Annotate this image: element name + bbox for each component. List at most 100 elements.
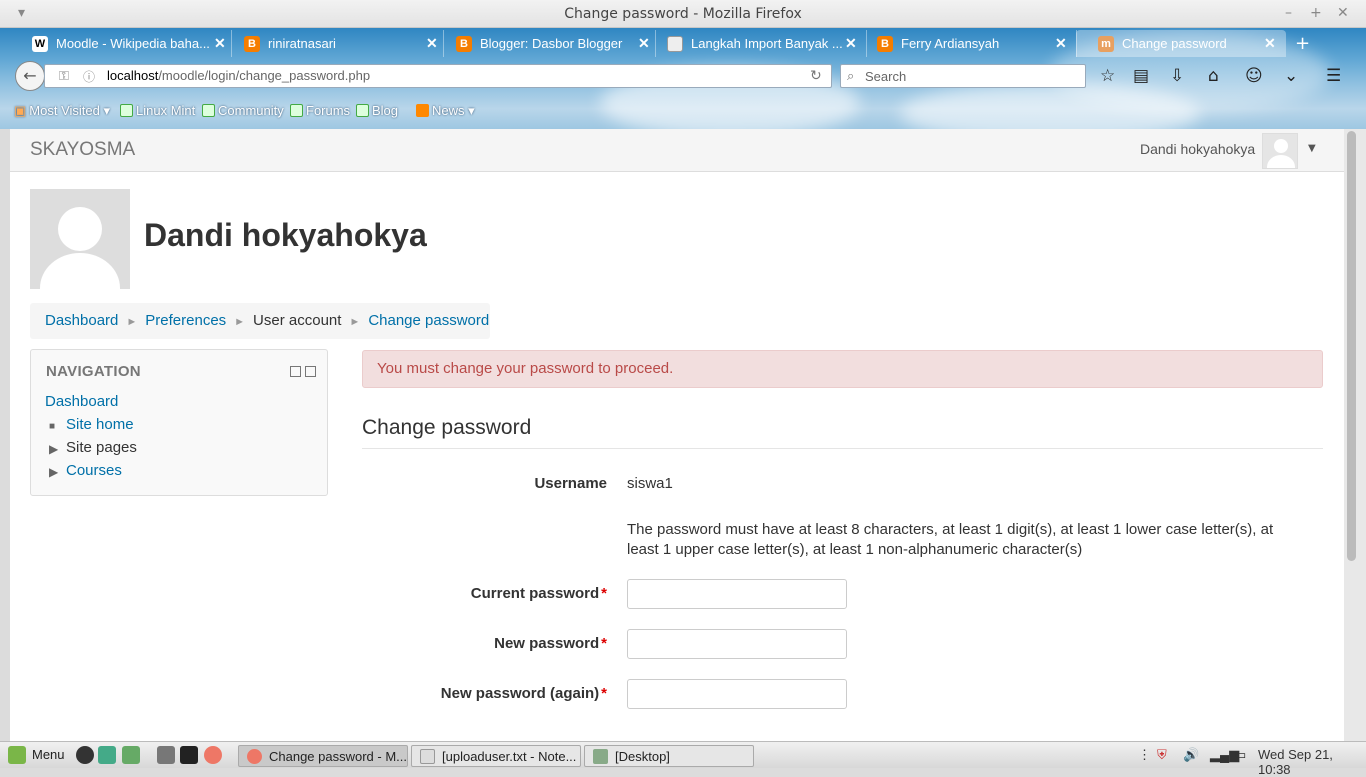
taskbar-window-firefox[interactable]: Change password - M... [238,745,408,767]
system-monitor-icon[interactable] [122,746,140,764]
taskbar-window-label: [Desktop] [615,749,670,764]
volume-icon[interactable]: 🔊 [1183,747,1199,763]
terminal-icon[interactable] [180,746,198,764]
browser-chrome: W Moodle - Wikipedia baha... ✕ B rinirat… [0,28,1366,129]
moodle-icon: m [1098,36,1114,52]
tab-wikipedia[interactable]: W Moodle - Wikipedia baha... ✕ [10,30,232,57]
breadcrumb-separator-icon: ► [234,316,246,328]
nav-item-site-home[interactable]: Site home [66,416,134,433]
reading-list-icon[interactable]: ▤ [1133,66,1149,86]
breadcrumb-separator-icon: ► [349,316,361,328]
form-title: Change password [362,416,1323,449]
current-password-input[interactable] [627,579,847,609]
key-icon: ⚿ [59,68,69,83]
update-shield-icon[interactable]: ⛨ [1157,747,1167,763]
bullet-icon: ■ [49,421,56,432]
mint-icon [356,104,369,117]
avatar-body [1267,155,1295,168]
tab-blogger-dasbor[interactable]: B Blogger: Dasbor Blogger ✕ [434,30,656,57]
mint-icon [290,104,303,117]
label-text: New password (again) [440,685,600,702]
navigation-title: NAVIGATION [46,363,141,380]
bookmark-linux-mint[interactable]: Linux Mint [120,103,195,118]
expand-arrow-icon[interactable]: ▶ [49,442,58,456]
nav-item-courses[interactable]: Courses [66,462,122,479]
bookmark-news[interactable]: News ▾ [416,103,475,119]
download-icon[interactable]: ⇩ [1170,66,1184,86]
reload-icon[interactable]: ↻ [810,67,822,84]
pocket-icon[interactable]: ⌄ [1284,66,1298,86]
user-avatar[interactable] [1262,133,1298,169]
avatar-head [1274,139,1288,153]
window-titlebar: ▾ Change password - Mozilla Firefox – + … [0,0,1366,28]
firefox-icon [247,749,262,764]
menu-button[interactable]: Menu [32,747,65,762]
url-path: /moodle/login/change_password.php [158,68,371,83]
bookmark-label: Linux Mint [136,103,196,118]
site-brand[interactable]: SKAYOSMA [30,139,135,161]
nav-item-dashboard[interactable]: Dashboard [45,393,118,410]
new-tab-icon[interactable]: + [1295,33,1310,54]
smiley-icon[interactable]: ☺ [1245,66,1263,86]
taskbar-window-notepad[interactable]: [uploaduser.txt - Note... [411,745,581,767]
mint-menu-icon[interactable] [8,746,26,764]
app-launcher-icon[interactable] [76,746,94,764]
back-button[interactable]: ← [15,61,45,91]
dock-block-icon[interactable] [305,366,316,377]
info-icon[interactable]: ⓘ [83,68,95,85]
page-heading: Dandi hokyahokya [144,217,427,253]
window-title: Change password - Mozilla Firefox [564,6,802,22]
password-policy: The password must have at least 8 charac… [627,521,1274,558]
taskbar-window-label: Change password - M... [269,749,408,764]
taskbar-window-desktop[interactable]: [Desktop] [584,745,754,767]
breadcrumb-change-password[interactable]: Change password [368,312,489,329]
tab-riniratnasari[interactable]: B riniratnasari ✕ [222,30,444,57]
arrow-left-icon: ← [23,66,37,85]
tab-ferry-ardiansyah[interactable]: B Ferry Ardiansyah ✕ [855,30,1077,57]
close-tab-icon[interactable]: ✕ [1055,35,1067,52]
search-bar[interactable]: ⌕ Search [840,64,1086,88]
blogger-icon: B [244,36,260,52]
avatar-body [40,253,120,289]
bookmark-star-icon[interactable]: ☆ [1100,66,1115,86]
url-bar[interactable]: ⚿ ⓘ localhost/moodle/login/change_passwo… [44,64,832,88]
minimize-icon[interactable]: – [1285,5,1292,21]
navigation-block: NAVIGATION Dashboard ■ Site home ▶ Site … [30,349,328,496]
show-desktop-icon[interactable] [157,746,175,764]
new-password-again-input[interactable] [627,679,847,709]
page-scrollbar[interactable] [1344,129,1366,741]
bookmark-most-visited[interactable]: ▣ Most Visited ▾ [14,103,110,119]
new-password-input[interactable] [627,629,847,659]
label-text: New password [494,635,600,652]
bookmark-forums[interactable]: Forums [290,103,350,118]
scrollbar-thumb[interactable] [1347,131,1356,561]
close-window-icon[interactable]: ✕ [1337,5,1349,21]
user-menu-name[interactable]: Dandi hokyahokya [1140,141,1255,157]
home-icon[interactable]: ⌂ [1208,66,1219,86]
hamburger-menu-icon[interactable]: ☰ [1326,66,1341,86]
breadcrumb-dashboard[interactable]: Dashboard [45,312,118,329]
tray-separator-icon: ⋮ [1138,747,1151,762]
new-password-again-label: New password (again) * [347,685,607,702]
tab-langkah-import[interactable]: Langkah Import Banyak ... ✕ [645,30,867,57]
files-icon[interactable] [98,746,116,764]
username-value: siswa1 [627,475,673,492]
expand-arrow-icon[interactable]: ▶ [49,465,58,479]
bookmark-blog[interactable]: Blog [356,103,398,118]
nav-item-site-pages[interactable]: Site pages [66,439,137,456]
battery-icon[interactable]: ▭ [1234,747,1246,763]
bookmark-community[interactable]: Community [202,103,284,118]
maximize-icon[interactable]: + [1310,5,1322,21]
breadcrumb-preferences[interactable]: Preferences [145,312,226,329]
clock[interactable]: Wed Sep 21, 10:38 [1258,747,1366,777]
collapse-block-icon[interactable] [290,366,301,377]
rss-icon [416,104,429,117]
user-menu-caret-icon[interactable]: ▼ [1308,143,1316,154]
blogger-icon: B [456,36,472,52]
bookmark-label: News [432,103,465,118]
required-icon: * [601,685,607,702]
taskbar-window-label: [uploaduser.txt - Note... [442,749,577,764]
firefox-icon[interactable] [204,746,222,764]
tab-change-password[interactable]: m Change password ✕ [1076,30,1286,57]
close-tab-icon[interactable]: ✕ [1264,35,1276,52]
